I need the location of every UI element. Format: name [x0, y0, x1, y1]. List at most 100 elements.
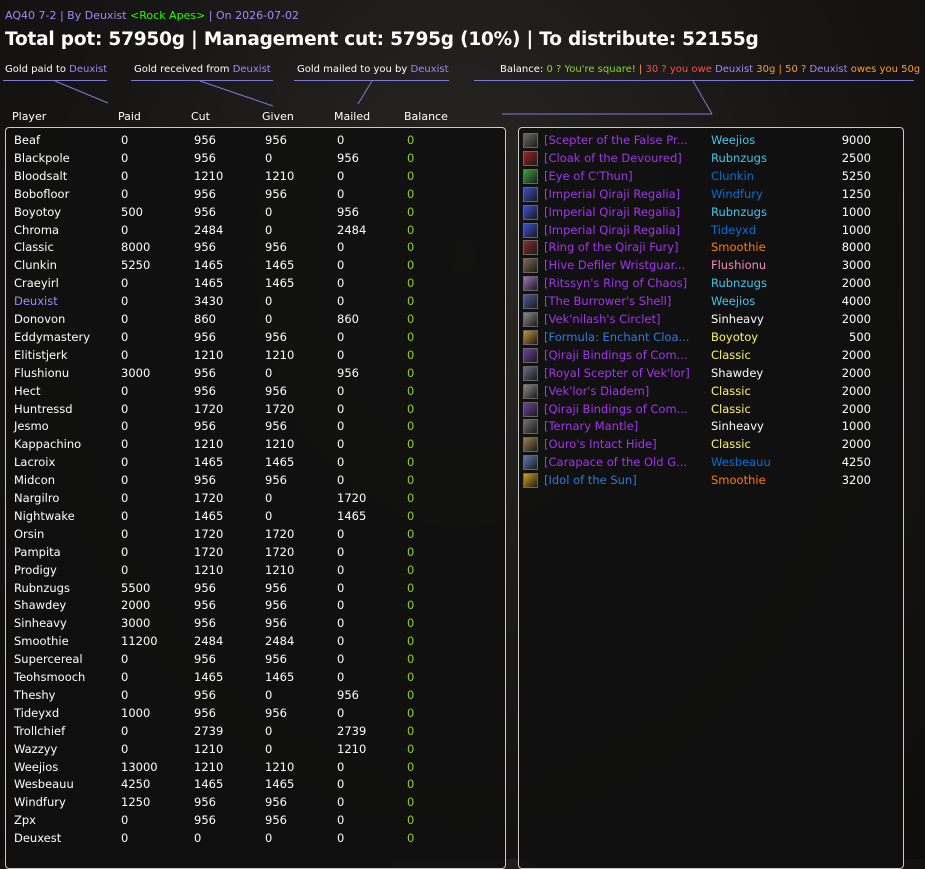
item-amount: 2000: [841, 276, 871, 291]
given-value: 956: [265, 133, 287, 147]
eye-icon: [523, 168, 538, 184]
player-row[interactable]: Midcon 0 956 956 0 0: [6, 472, 505, 490]
loot-row[interactable]: [Ouro's Intact Hide] Classic 2000: [519, 436, 903, 454]
loot-row[interactable]: [Eye of C'Thun] Clunkin 5250: [519, 168, 903, 186]
loot-row[interactable]: [The Burrower's Shell] Weejios 4000: [519, 293, 903, 311]
player-row[interactable]: Chroma 0 2484 0 2484 0: [6, 222, 505, 240]
player-row[interactable]: Orsin 0 1720 1720 0 0: [6, 526, 505, 544]
player-name: Bloodsalt: [14, 168, 68, 183]
item-link[interactable]: [Ouro's Intact Hide]: [544, 437, 704, 451]
player-row[interactable]: Zpx 0 956 956 0 0: [6, 812, 505, 830]
player-row[interactable]: Pampita 0 1720 1720 0 0: [6, 544, 505, 562]
player-row[interactable]: Tideyxd 1000 956 956 0 0: [6, 705, 505, 723]
loot-panel[interactable]: [Scepter of the False Pr... Weejios 9000 [C…: [518, 127, 904, 869]
player-row[interactable]: Nargilro 0 1720 0 1720 0: [6, 490, 505, 508]
player-row[interactable]: Donovon 0 860 0 860 0: [6, 311, 505, 329]
player-row[interactable]: Wazzyy 0 1210 0 1210 0: [6, 741, 505, 759]
player-row[interactable]: Wesbeauu 4250 1465 1465 0 0: [6, 776, 505, 794]
cut-value: 956: [194, 150, 216, 165]
player-row[interactable]: Classic 8000 956 956 0 0: [6, 239, 505, 257]
loot-row[interactable]: [Qiraji Bindings of Com... Classic 2000: [519, 401, 903, 419]
given-value: 956: [265, 419, 287, 434]
cut-value: 956: [194, 705, 216, 720]
loot-row[interactable]: [Imperial Qiraji Regalia] Windfury 1250: [519, 186, 903, 204]
players-panel[interactable]: Beaf 0 956 956 0 0 Blackpole 0 956 0 956 0 Bloodsalt…: [5, 127, 506, 869]
paid-value: 0: [121, 347, 129, 362]
item-amount: 2000: [841, 401, 871, 416]
player-row[interactable]: Rubnzugs 5500 956 956 0 0: [6, 580, 505, 598]
loot-row[interactable]: [Carapace of the Old G... Wesbeauu 4250: [519, 454, 903, 472]
loot-row[interactable]: [Ritssyn's Ring of Chaos] Rubnzugs 2000: [519, 275, 903, 293]
item-amount: 4250: [841, 455, 871, 470]
player-name: Blackpole: [14, 150, 70, 165]
item-link[interactable]: [Vek'nilash's Circlet]: [544, 312, 704, 326]
player-row[interactable]: Sinheavy 3000 956 956 0 0: [6, 615, 505, 633]
player-row[interactable]: Clunkin 5250 1465 1465 0 0: [6, 257, 505, 275]
item-link[interactable]: [Eye of C'Thun]: [544, 169, 704, 183]
loot-row[interactable]: [Imperial Qiraji Regalia] Rubnzugs 1000: [519, 204, 903, 222]
item-link[interactable]: [Royal Scepter of Vek'lor]: [544, 366, 704, 380]
player-row[interactable]: Elitistjerk 0 1210 1210 0 0: [6, 347, 505, 365]
paid-value: 0: [121, 473, 129, 488]
item-link[interactable]: [Qiraji Bindings of Com...: [544, 348, 704, 362]
balance-value: 0: [407, 168, 415, 183]
item-link[interactable]: [Imperial Qiraji Regalia]: [544, 205, 704, 219]
given-value: 0: [265, 491, 273, 505]
player-row[interactable]: Prodigy 0 1210 1210 0 0: [6, 562, 505, 580]
player-row[interactable]: Bobofloor 0 956 956 0 0: [6, 186, 505, 204]
paid-value: 0: [121, 312, 129, 326]
loot-row[interactable]: [Vek'nilash's Circlet] Sinheavy 2000: [519, 311, 903, 329]
player-row[interactable]: Theshy 0 956 0 956 0: [6, 687, 505, 705]
player-row[interactable]: Hect 0 956 956 0 0: [6, 383, 505, 401]
player-row[interactable]: Lacroix 0 1465 1465 0 0: [6, 454, 505, 472]
item-link[interactable]: [Ternary Mantle]: [544, 419, 704, 433]
item-link[interactable]: [Qiraji Bindings of Com...: [544, 402, 704, 416]
item-link[interactable]: [Ring of the Qiraji Fury]: [544, 240, 704, 254]
player-row[interactable]: Boyotoy 500 956 0 956 0: [6, 204, 505, 222]
player-row[interactable]: Jesmo 0 956 956 0 0: [6, 418, 505, 436]
player-row[interactable]: Weejios 13000 1210 1210 0 0: [6, 759, 505, 777]
player-row[interactable]: Trollchief 0 2739 0 2739 0: [6, 723, 505, 741]
player-row[interactable]: Craeyirl 0 1465 1465 0 0: [6, 275, 505, 293]
player-row[interactable]: Kappachino 0 1210 1210 0 0: [6, 436, 505, 454]
player-row[interactable]: Eddymastery 0 956 956 0 0: [6, 329, 505, 347]
item-link[interactable]: [Imperial Qiraji Regalia]: [544, 187, 704, 201]
player-row[interactable]: Nightwake 0 1465 0 1465 0: [6, 508, 505, 526]
player-row[interactable]: Bloodsalt 0 1210 1210 0 0: [6, 168, 505, 186]
item-link[interactable]: [Imperial Qiraji Regalia]: [544, 223, 704, 237]
loot-row[interactable]: [Qiraji Bindings of Com... Classic 2000: [519, 347, 903, 365]
item-link[interactable]: [Formula: Enchant Cloa...: [544, 330, 704, 344]
loot-row[interactable]: [Idol of the Sun] Smoothie 3200: [519, 472, 903, 490]
item-link[interactable]: [Hive Defiler Wristguar...: [544, 258, 704, 272]
item-link[interactable]: [The Burrower's Shell]: [544, 294, 704, 308]
loot-row[interactable]: [Cloak of the Devoured] Rubnzugs 2500: [519, 150, 903, 168]
player-row[interactable]: Windfury 1250 956 956 0 0: [6, 794, 505, 812]
cut-value: 1720: [194, 401, 224, 416]
player-row[interactable]: Deuxest 0 0 0 0 0: [6, 830, 505, 848]
balance-value: 0: [407, 204, 415, 219]
player-row[interactable]: Shawdey 2000 956 956 0 0: [6, 597, 505, 615]
item-link[interactable]: [Vek'lor's Diadem]: [544, 384, 704, 398]
player-row[interactable]: Supercereal 0 956 956 0 0: [6, 651, 505, 669]
loot-row[interactable]: [Ternary Mantle] Sinheavy 1000: [519, 418, 903, 436]
player-row[interactable]: Smoothie 11200 2484 2484 0 0: [6, 633, 505, 651]
player-row[interactable]: Deuxist 0 3430 0 0 0: [6, 293, 505, 311]
loot-row[interactable]: [Imperial Qiraji Regalia] Tideyxd 1000: [519, 222, 903, 240]
paid-value: 3000: [121, 616, 151, 631]
loot-row[interactable]: [Ring of the Qiraji Fury] Smoothie 8000: [519, 239, 903, 257]
loot-row[interactable]: [Vek'lor's Diadem] Classic 2000: [519, 383, 903, 401]
player-row[interactable]: Huntressd 0 1720 1720 0 0: [6, 401, 505, 419]
player-row[interactable]: Teohsmooch 0 1465 1465 0 0: [6, 669, 505, 687]
item-link[interactable]: [Idol of the Sun]: [544, 473, 704, 487]
loot-row[interactable]: [Hive Defiler Wristguar... Flushionu 3000: [519, 257, 903, 275]
player-row[interactable]: Flushionu 3000 956 0 956 0: [6, 365, 505, 383]
item-link[interactable]: [Carapace of the Old G...: [544, 455, 704, 469]
loot-row[interactable]: [Scepter of the False Pr... Weejios 9000: [519, 132, 903, 150]
player-row[interactable]: Beaf 0 956 956 0 0: [6, 132, 505, 150]
item-link[interactable]: [Ritssyn's Ring of Chaos]: [544, 276, 704, 290]
player-row[interactable]: Blackpole 0 956 0 956 0: [6, 150, 505, 168]
item-link[interactable]: [Cloak of the Devoured]: [544, 151, 704, 165]
loot-row[interactable]: [Formula: Enchant Cloa... Boyotoy 500: [519, 329, 903, 347]
loot-row[interactable]: [Royal Scepter of Vek'lor] Shawdey 2000: [519, 365, 903, 383]
item-link[interactable]: [Scepter of the False Pr...: [544, 133, 704, 147]
